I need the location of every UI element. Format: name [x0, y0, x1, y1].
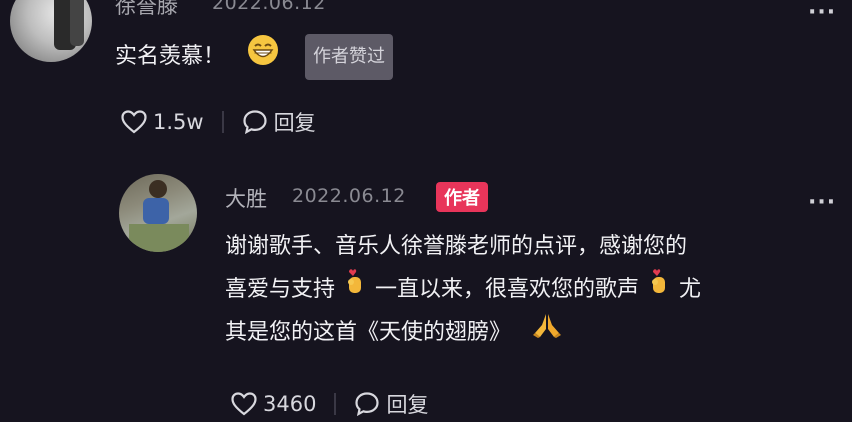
comment2-avatar[interactable]	[119, 174, 197, 252]
comment1-text-content: 实名羡慕！	[115, 44, 226, 69]
divider	[221, 111, 224, 133]
comment1-actions: 1.5w 回复	[121, 106, 316, 138]
folded-hands-emoji-icon	[531, 311, 563, 354]
comment1-author[interactable]: 徐誉滕	[115, 0, 178, 20]
author-liked-badge: 作者赞过	[305, 34, 394, 80]
comment2-date: 2022.06.12	[292, 185, 406, 207]
comment2-line3: 其是您的这首《天使的翅膀》	[225, 311, 835, 354]
finger-heart-emoji-icon	[647, 268, 671, 311]
comment2-reply-button[interactable]: 回复	[354, 389, 428, 419]
divider	[334, 393, 337, 415]
author-badge: 作者	[436, 182, 488, 212]
comment2-line2: 喜爱与支持 一直以来，很喜欢您的歌声 尤	[225, 268, 835, 311]
comment2-like-button[interactable]: 3460	[231, 392, 316, 416]
finger-heart-emoji-icon	[343, 268, 367, 311]
comment2-more-icon[interactable]: ···	[808, 190, 836, 215]
comment2-line1: 谢谢歌手、音乐人徐誉滕老师的点评，感谢您的	[225, 234, 688, 259]
comment2-line2b: 一直以来，很喜欢您的歌声	[375, 276, 640, 302]
comment1-like-count: 1.5w	[153, 110, 204, 134]
grin-emoji-icon	[247, 34, 279, 81]
comment2-line2a: 喜爱与支持	[225, 276, 336, 302]
comment2-line3-text: 其是您的这首《天使的翅膀》	[225, 319, 512, 345]
comment2-text: 谢谢歌手、音乐人徐誉滕老师的点评，感谢您的 喜爱与支持 一直以来，很喜欢您的歌声…	[225, 226, 835, 354]
comment1-avatar[interactable]	[10, 0, 92, 62]
comment-bubble-icon	[242, 109, 268, 135]
heart-icon	[231, 392, 257, 416]
comment2-like-count: 3460	[263, 392, 317, 416]
comment2-reply-label: 回复	[386, 393, 429, 417]
comment1-more-icon[interactable]: ···	[808, 0, 836, 25]
comment2-actions: 3460 回复	[231, 388, 428, 420]
comment1-reply-label: 回复	[273, 111, 316, 135]
comment-bubble-icon	[354, 391, 380, 417]
comment1-date: 2022.06.12	[212, 0, 326, 14]
comment1-reply-button[interactable]: 回复	[242, 107, 316, 137]
comment1-like-button[interactable]: 1.5w	[121, 110, 204, 134]
comment1-text: 实名羡慕！ 作者赞过	[115, 34, 394, 81]
comment2-author[interactable]: 大胜	[225, 183, 267, 213]
comment2-line2c: 尤	[679, 276, 702, 302]
heart-icon	[121, 110, 147, 134]
